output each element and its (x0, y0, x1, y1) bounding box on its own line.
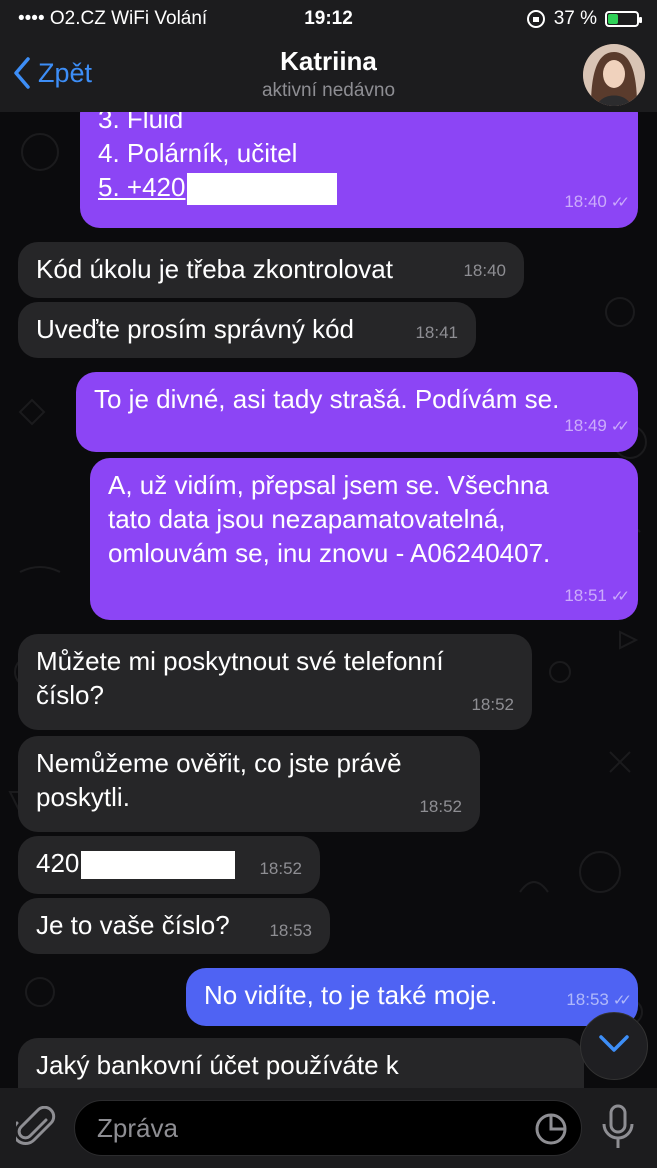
message-line: tato data jsou nezapamatovatelná, (108, 504, 506, 534)
status-right: 37 % (526, 8, 642, 30)
message-line: poskytli. (36, 782, 130, 812)
message-time: 18:51 ✓✓ (564, 586, 630, 605)
sticker-icon[interactable] (534, 1112, 568, 1146)
message-line: Nemůžeme ověřit, co jste právě (36, 748, 402, 778)
message-line: 4. Polárník, učitel (98, 138, 298, 168)
chat-header: Zpět Katriina aktivní nedávno (0, 38, 657, 113)
message-line: Můžete mi poskytnout své telefonní (36, 646, 444, 676)
message-time: 18:40 ✓✓ (564, 192, 630, 211)
message-incoming[interactable]: 420 18:52 (18, 836, 320, 894)
message-text: Kód úkolu je třeba zkontrolovat (36, 254, 393, 284)
message-text: To je divné, asi tady strašá. Podívám se… (94, 384, 560, 414)
avatar[interactable] (583, 44, 645, 106)
message-outgoing[interactable]: To je divné, asi tady strašá. Podívám se… (76, 372, 638, 452)
message-text: No vidíte, to je také moje. (204, 980, 498, 1010)
message-time: 18:52 (419, 797, 462, 816)
message-incoming[interactable]: Můžete mi poskytnout své telefonní číslo… (18, 634, 532, 730)
message-outgoing[interactable]: 3. Fluid 4. Polárník, učitel 5. +420 18:… (80, 112, 638, 228)
message-time: 18:40 (463, 261, 506, 280)
battery-icon (605, 11, 642, 27)
message-time: 18:41 (415, 323, 458, 342)
message-text: Je to vaše číslo? (36, 910, 230, 940)
message-line: číslo? (36, 680, 104, 710)
message-line: 5. +420 (98, 170, 620, 206)
message-time: 18:49 ✓✓ (564, 416, 630, 435)
status-bar: •••• O2.CZ WiFi Volání 19:12 37 % (0, 0, 657, 38)
message-text: Uveďte prosím správný kód (36, 314, 354, 344)
message-line: omlouvám se, inu znovu - A06240407. (108, 538, 551, 568)
message-outgoing[interactable]: No vidíte, to je také moje. 18:53 ✓✓ (186, 968, 638, 1026)
message-list[interactable]: 3. Fluid 4. Polárník, učitel 5. +420 18:… (0, 112, 657, 1088)
message-time: 18:52 (471, 695, 514, 714)
battery-percent: 37 % (553, 8, 597, 29)
message-incoming[interactable]: Kód úkolu je třeba zkontrolovat 18:40 (18, 242, 524, 298)
avatar-image (583, 44, 645, 106)
redacted-block (81, 851, 236, 880)
contact-name[interactable]: Katriina (0, 46, 657, 77)
battery-fill (608, 14, 619, 24)
message-line: 3. Fluid (98, 112, 184, 134)
message-incoming[interactable]: Je to vaše číslo? 18:53 (18, 898, 330, 954)
message-incoming[interactable]: Jaký bankovní účet používáte k (18, 1038, 584, 1088)
message-incoming[interactable]: Nemůžeme ověřit, co jste právě poskytli.… (18, 736, 480, 832)
contact-status: aktivní nedávno (261, 80, 396, 101)
message-outgoing[interactable]: A, už vidím, přepsal jsem se. Všechna ta… (90, 458, 638, 620)
orientation-lock-icon (526, 10, 545, 28)
message-text: Jaký bankovní účet používáte k (36, 1050, 399, 1080)
microphone-icon[interactable] (600, 1104, 636, 1152)
scroll-to-bottom-button[interactable] (580, 1012, 648, 1080)
message-time: 18:53 (269, 921, 312, 940)
chevron-down-icon (599, 1035, 629, 1052)
redacted-block (187, 173, 338, 206)
message-text: 420 (36, 848, 80, 878)
message-line: A, už vidím, přepsal jsem se. Všechna (108, 470, 549, 500)
message-time: 18:52 (259, 859, 302, 878)
composer-bar: Zpráva (0, 1088, 657, 1168)
message-incoming[interactable]: Uveďte prosím správný kód 18:41 (18, 302, 476, 358)
phone-link[interactable]: 5. +420 (98, 172, 185, 202)
paperclip-icon[interactable] (16, 1106, 56, 1150)
message-input[interactable]: Zpráva (74, 1100, 582, 1156)
